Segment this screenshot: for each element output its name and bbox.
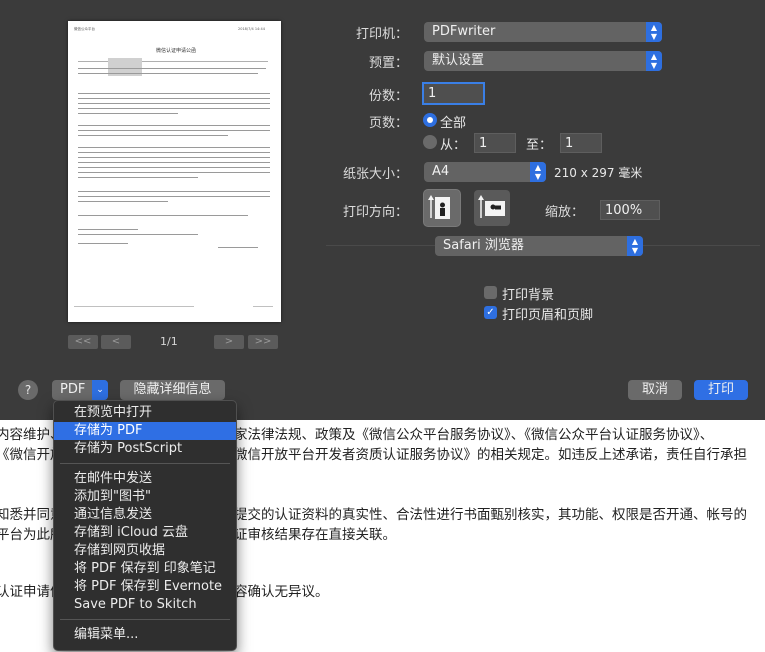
paper-size-popup[interactable]: A4 ▲ ▼ [424,162,546,182]
first-page-button[interactable]: << [68,335,98,349]
pdf-menu-label: PDF [60,382,86,397]
bg-line-1b: 家法律法规、政策及《微信公众平台服务协议》、《微信公众平台认证服务协议》、 [234,427,714,443]
chevron-down-icon: ⌄ [92,380,108,400]
menu-item-save-as-postscript[interactable]: 存储为 PostScript [54,440,236,458]
preset-popup[interactable]: 默认设置 ▲ ▼ [424,51,662,71]
pdf-dropdown-menu: 在预览中打开 存储为 PDF 存储为 PostScript 在邮件中发送 添加到… [53,400,237,651]
menu-item-open-in-preview[interactable]: 在预览中打开 [54,404,236,422]
portrait-icon [428,195,450,219]
print-button[interactable]: 打印 [694,380,748,400]
page-preview: 微信公众平台 2018/7/4 14:44 微信认证申请公函 [68,21,281,322]
menu-item-save-web-receipts[interactable]: 存储到网页收据 [54,542,236,560]
menu-item-save-evernote[interactable]: 将 PDF 保存到 Evernote [54,578,236,596]
pdf-menu-button[interactable]: PDF ⌄ [52,380,108,400]
app-section-value: Safari 浏览器 [443,238,524,253]
popup-arrows-icon: ▲ ▼ [530,162,546,182]
prev-page-button[interactable]: < [101,335,131,349]
next-page-button[interactable]: > [214,335,244,349]
printer-popup[interactable]: PDFwriter ▲ ▼ [424,22,662,42]
landscape-orientation-button[interactable] [474,190,510,226]
paper-dimensions: 210 x 297 毫米 [554,166,643,180]
copies-input[interactable]: 1 [422,82,485,105]
scale-label: 缩放： [544,205,584,220]
preview-header-left: 微信公众平台 [74,27,95,31]
menu-item-save-as-pdf[interactable]: 存储为 PDF [54,422,236,440]
menu-separator [60,463,230,464]
printer-label: 打印机： [355,27,408,42]
app-section-popup[interactable]: Safari 浏览器 ▲ ▼ [435,236,643,256]
menu-separator [60,619,230,620]
popup-arrows-icon: ▲ ▼ [646,51,662,71]
portrait-orientation-button[interactable] [424,190,460,226]
pages-to-input[interactable]: 1 [560,133,602,153]
menu-item-edit-menu[interactable]: 编辑菜单... [54,626,236,644]
print-backgrounds-label: 打印背景 [502,288,555,303]
hide-details-button[interactable]: 隐藏详细信息 [120,380,225,400]
copies-label: 份数： [368,89,408,104]
pages-all-radio[interactable] [423,113,437,127]
bg-line-3b: 提交的认证资料的真实性、合法性进行书面甄别核实，其功能、权限是否开通、帐号的 [234,507,747,523]
paper-size-label: 纸张大小： [342,167,408,182]
preset-value: 默认设置 [432,53,485,68]
paper-size-value: A4 [432,164,450,179]
cancel-button[interactable]: 取消 [628,380,682,400]
pages-from-label: 从： [440,138,467,153]
help-button[interactable]: ? [18,380,38,400]
pages-range-radio[interactable] [423,135,437,149]
menu-item-add-to-books[interactable]: 添加到"图书" [54,488,236,506]
popup-arrows-icon: ▲ ▼ [646,22,662,42]
landscape-icon [478,195,505,218]
print-backgrounds-checkbox[interactable] [484,286,497,299]
page-indicator: 1/1 [160,335,178,348]
pages-label: 页数： [368,116,408,131]
pages-from-input[interactable]: 1 [474,133,516,153]
preset-label: 预置： [368,56,408,71]
menu-item-save-yinxiang[interactable]: 将 PDF 保存到 印象笔记 [54,560,236,578]
checkmark-icon: ✓ [486,307,495,318]
menu-item-send-message[interactable]: 通过信息发送 [54,506,236,524]
bg-line-4b: 证审核结果存在直接关联。 [234,527,396,543]
bg-line-2b: 微信开放平台开发者资质认证服务协议》的相关规定。如违反上述承诺，责任自行承担 [234,447,747,463]
printer-value: PDFwriter [432,24,496,39]
last-page-button[interactable]: >> [248,335,278,349]
orientation-label: 打印方向： [342,205,408,220]
scale-input[interactable]: 100% [600,200,660,220]
menu-item-send-mail[interactable]: 在邮件中发送 [54,470,236,488]
pages-to-label: 至： [526,138,553,153]
bg-line-5b: 容确认无异议。 [234,584,329,600]
print-headers-label: 打印页眉和页脚 [502,308,594,323]
preview-header-right: 2018/7/4 14:44 [238,27,265,31]
print-dialog: 微信公众平台 2018/7/4 14:44 微信认证申请公函 << < 1/1 … [0,0,765,420]
popup-arrows-icon: ▲ ▼ [627,236,643,256]
pages-all-label: 全部 [440,116,467,131]
menu-item-save-skitch[interactable]: Save PDF to Skitch [54,596,236,614]
menu-item-save-icloud[interactable]: 存储到 iCloud 云盘 [54,524,236,542]
preview-doc-title: 微信认证申请公函 [156,48,197,54]
print-headers-checkbox[interactable]: ✓ [484,306,497,319]
